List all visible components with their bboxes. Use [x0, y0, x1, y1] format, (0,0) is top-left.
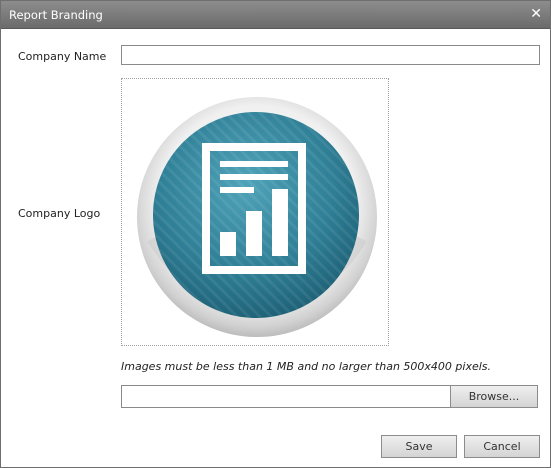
company-name-label: Company Name — [18, 50, 107, 63]
dialog-title: Report Branding — [9, 8, 103, 22]
report-branding-dialog: Report Branding ✕ Company Name Company L… — [0, 0, 551, 468]
image-size-hint: Images must be less than 1 MB and no lar… — [121, 360, 492, 373]
dialog-titlebar[interactable]: Report Branding ✕ — [1, 1, 550, 29]
company-name-input[interactable] — [121, 45, 540, 65]
logo-file-path-input[interactable] — [121, 385, 450, 408]
save-button[interactable]: Save — [381, 435, 457, 458]
close-icon[interactable]: ✕ — [530, 6, 542, 22]
report-chart-icon — [137, 97, 377, 337]
cancel-button[interactable]: Cancel — [464, 435, 540, 458]
company-logo-label: Company Logo — [18, 207, 101, 220]
browse-button[interactable]: Browse... — [450, 385, 538, 408]
logo-preview — [121, 78, 389, 346]
